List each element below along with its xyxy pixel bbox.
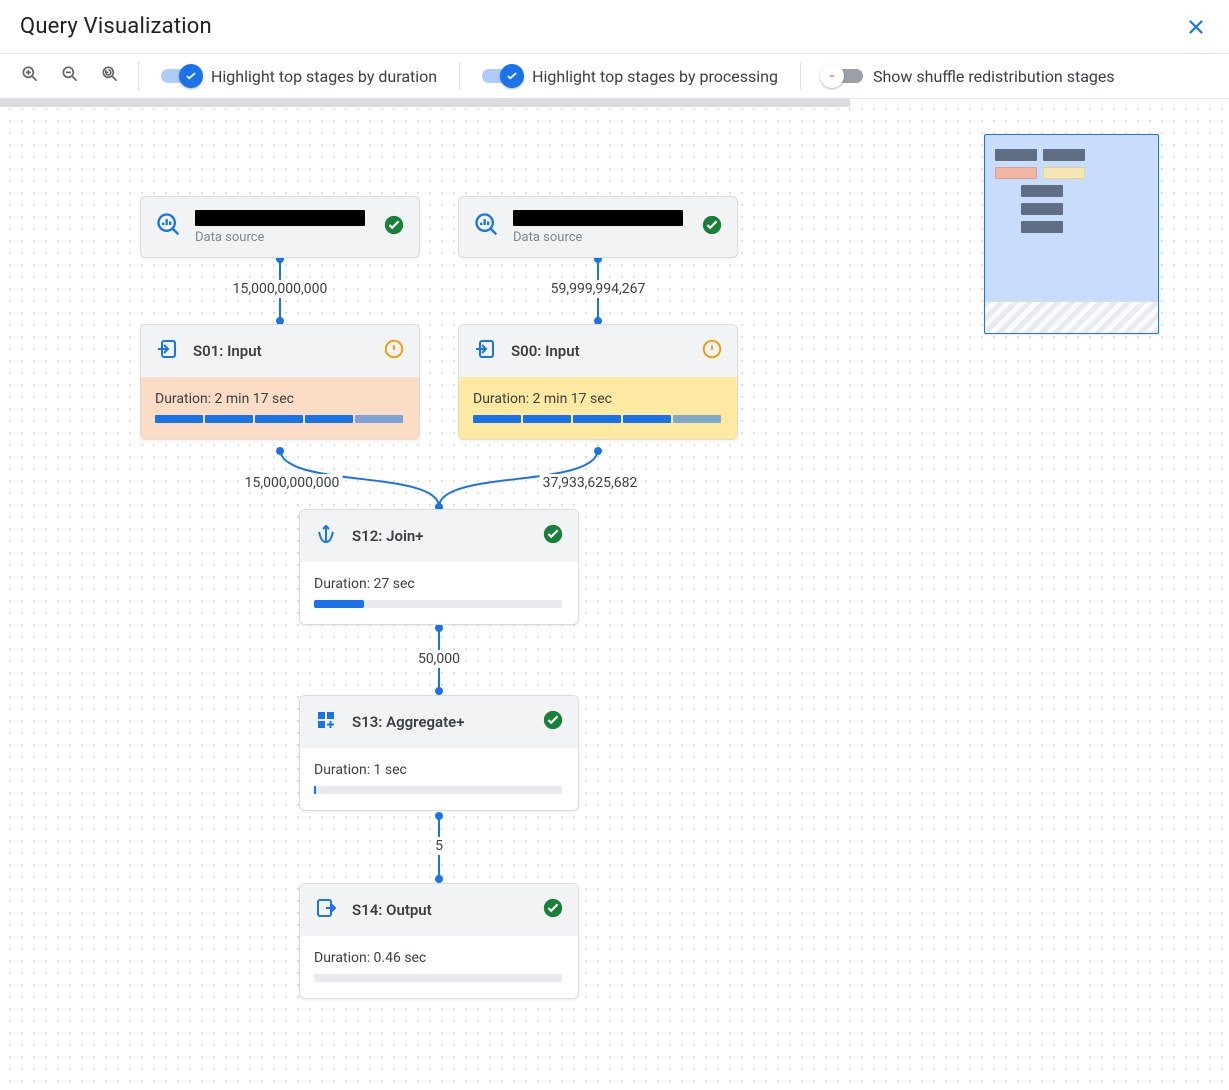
data-source-node[interactable]: Data source [458, 196, 738, 258]
page-title: Query Visualization [20, 14, 212, 39]
info-circle-icon [383, 338, 405, 364]
stage-progress-bar [314, 786, 562, 794]
stage-duration: Duration: 0.46 sec [314, 950, 564, 966]
toggle-label: Show shuffle redistribution stages [873, 67, 1115, 86]
stage-name: S01: Input [193, 342, 262, 360]
switch-icon [482, 69, 522, 83]
toggle-label: Highlight top stages by processing [532, 67, 778, 86]
check-circle-icon [542, 897, 564, 923]
stage-node-s12[interactable]: S12: Join+ Duration: 27 sec [299, 509, 579, 625]
zoom-out-button[interactable] [60, 64, 80, 88]
edge-label: 37,933,625,682 [540, 474, 641, 492]
input-icon [155, 337, 179, 365]
output-icon [314, 896, 338, 924]
zoom-out-icon [60, 64, 80, 88]
stage-node-s14[interactable]: S14: Output Duration: 0.46 sec [299, 883, 579, 999]
zoom-in-icon [20, 64, 40, 88]
check-circle-icon [542, 709, 564, 735]
data-source-label: Data source [195, 230, 365, 245]
aggregate-icon [314, 708, 338, 736]
close-button[interactable] [1179, 10, 1213, 44]
data-source-text: Data source [195, 210, 365, 245]
analytics-icon [473, 211, 501, 243]
input-icon [473, 337, 497, 365]
switch-icon [161, 69, 201, 83]
stage-progress-bar [155, 415, 403, 423]
check-circle-icon [542, 523, 564, 549]
stage-duration: Duration: 27 sec [314, 576, 564, 592]
stage-duration: Duration: 2 min 17 sec [155, 391, 405, 407]
stage-name: S12: Join+ [352, 527, 423, 545]
stage-name: S13: Aggregate+ [352, 713, 464, 731]
stage-duration: Duration: 2 min 17 sec [473, 391, 723, 407]
redacted-name [513, 210, 683, 226]
edge-label: 15,000,000,000 [242, 474, 343, 492]
stage-node-s13[interactable]: S13: Aggregate+ Duration: 1 sec [299, 695, 579, 811]
stage-duration: Duration: 1 sec [314, 762, 564, 778]
close-icon [1185, 16, 1207, 38]
toggle-highlight-duration[interactable]: Highlight top stages by duration [139, 67, 459, 86]
toggle-label: Highlight top stages by duration [211, 67, 437, 86]
edge-label: 50,000 [415, 650, 463, 668]
stage-name: S00: Input [511, 342, 580, 360]
toggle-show-shuffle[interactable]: Show shuffle redistribution stages [801, 67, 1137, 86]
edge-label: 15,000,000,000 [230, 280, 331, 298]
edge-label: 59,999,994,267 [548, 280, 649, 298]
edge-label: 5 [432, 837, 446, 855]
header: Query Visualization [0, 0, 1229, 54]
stage-progress-bar [314, 974, 562, 982]
data-source-node[interactable]: Data source [140, 196, 420, 258]
switch-icon [823, 69, 863, 83]
analytics-icon [155, 211, 183, 243]
check-circle-icon [383, 214, 405, 240]
info-circle-icon [701, 338, 723, 364]
redacted-name [195, 210, 365, 226]
stage-progress-bar [473, 415, 721, 423]
zoom-reset-icon [100, 64, 120, 88]
toggle-highlight-processing[interactable]: Highlight top stages by processing [460, 67, 800, 86]
graph-canvas[interactable]: 15,000,000,000 59,999,994,267 15,000,000… [0, 99, 1229, 1090]
stage-node-s01[interactable]: S01: Input Duration: 2 min 17 sec [140, 324, 420, 440]
stage-progress-bar [314, 600, 562, 608]
stage-name: S14: Output [352, 901, 432, 919]
stage-node-s00[interactable]: S00: Input Duration: 2 min 17 sec [458, 324, 738, 440]
zoom-in-button[interactable] [20, 64, 40, 88]
data-source-text: Data source [513, 210, 683, 245]
minimap[interactable] [984, 134, 1159, 334]
toolbar: Highlight top stages by duration Highlig… [0, 54, 1229, 99]
check-circle-icon [701, 214, 723, 240]
zoom-reset-button[interactable] [100, 64, 120, 88]
data-source-label: Data source [513, 230, 683, 245]
join-icon [314, 522, 338, 550]
